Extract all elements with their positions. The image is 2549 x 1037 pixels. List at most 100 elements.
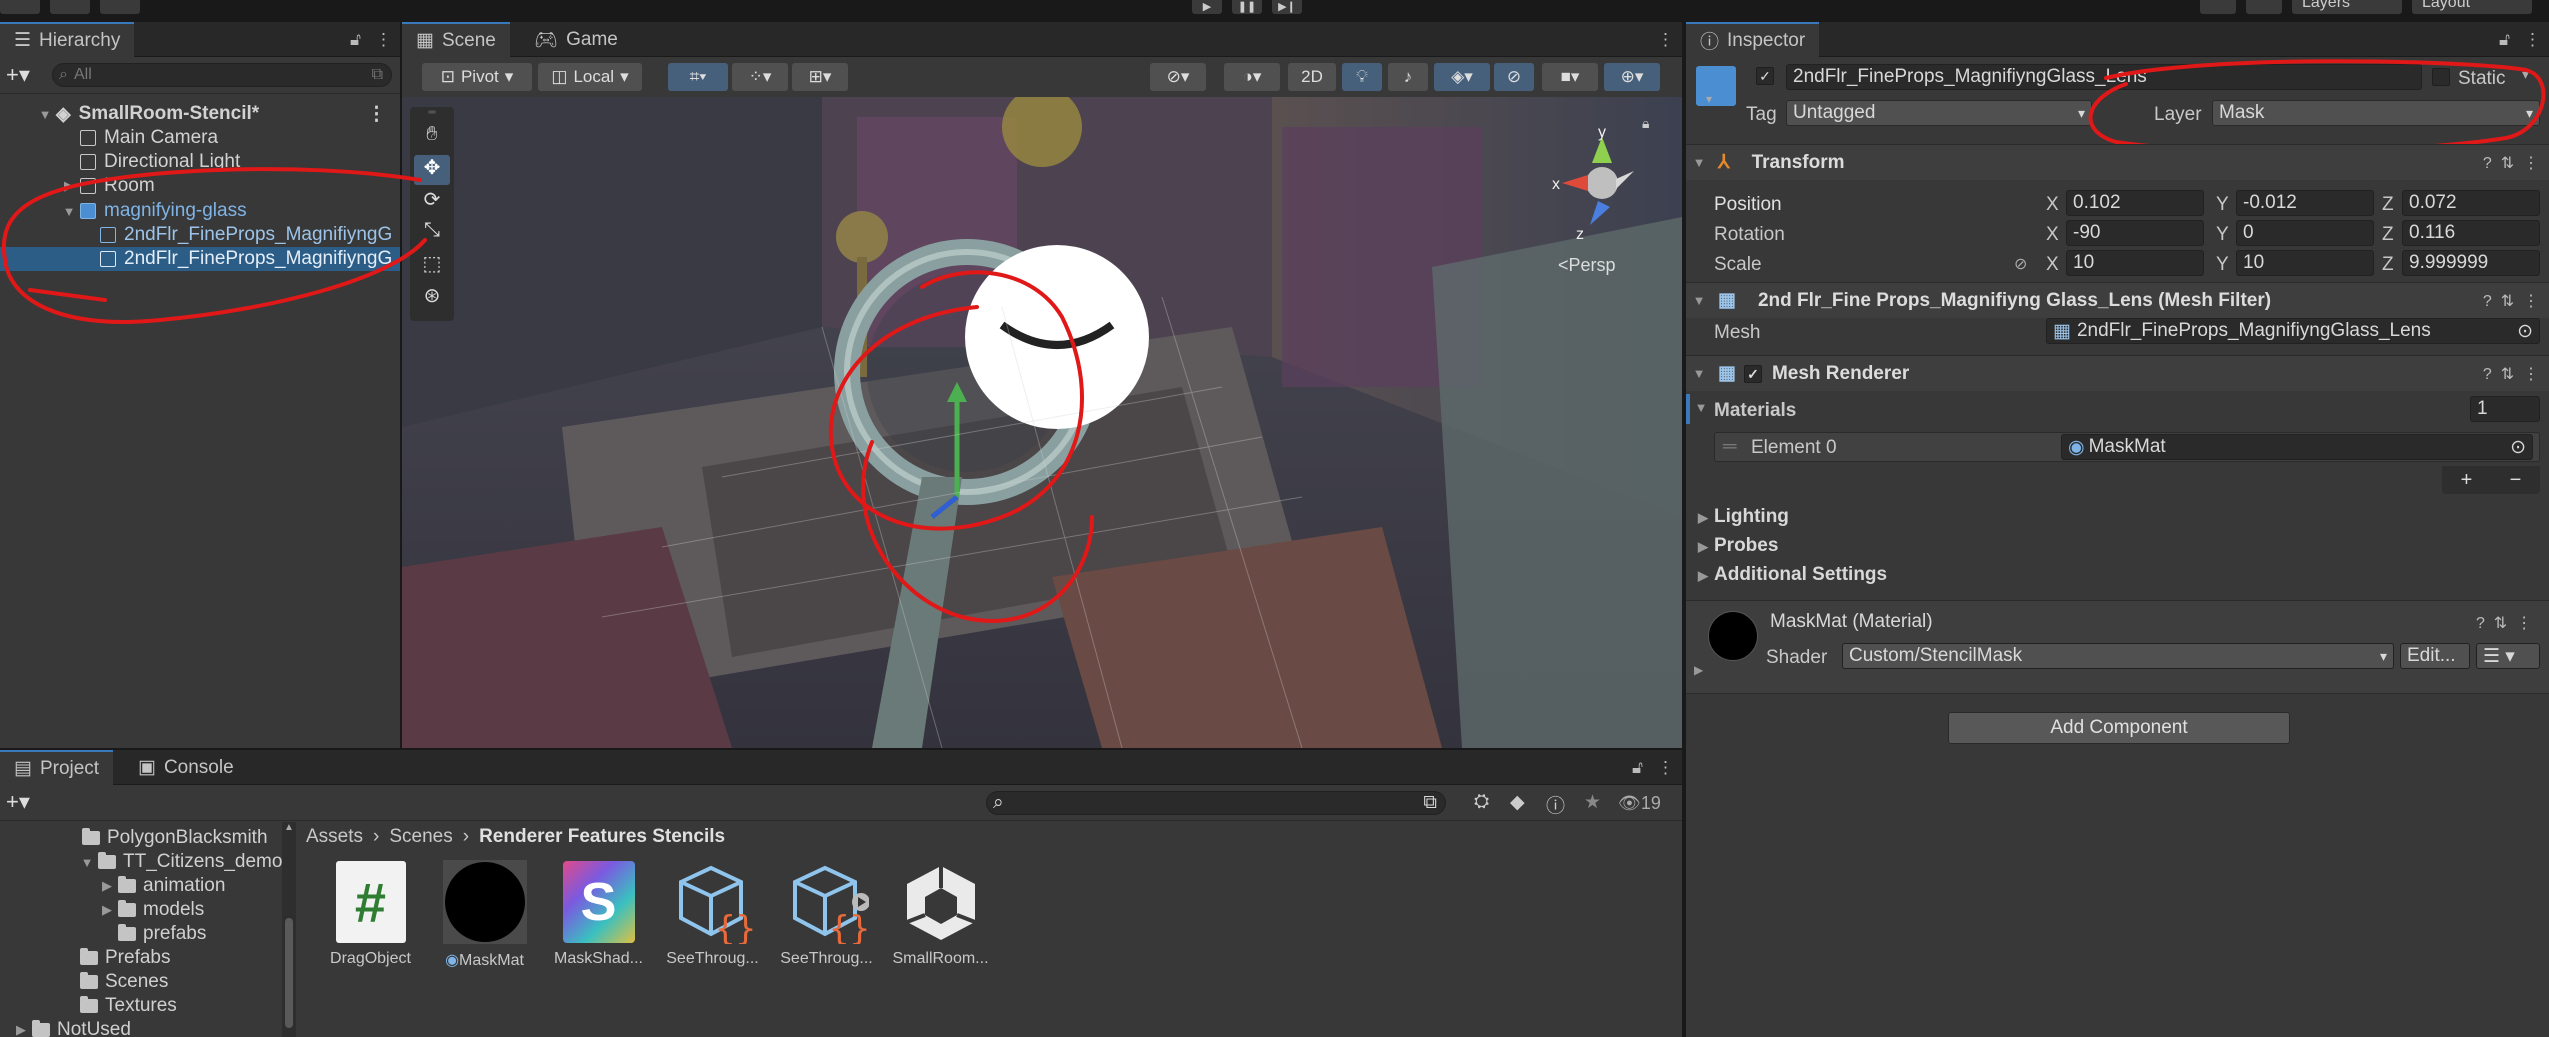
hierarchy-search-input[interactable]: ⌕ All ⧉: [52, 63, 392, 87]
search-options-icon[interactable]: ⧉: [1423, 792, 1437, 814]
folder-models[interactable]: ▶ models: [100, 898, 204, 922]
hand-tool-icon[interactable]: ✋︎: [414, 123, 450, 153]
probes-foldout[interactable]: ▶ Probes: [1696, 535, 1778, 557]
play-icon[interactable]: ▶: [1192, 0, 1222, 14]
additional-settings-foldout[interactable]: ▶ Additional Settings: [1696, 564, 1887, 586]
asset-seethrough-1[interactable]: {} SeeThroug...: [660, 860, 765, 968]
position-y-input[interactable]: -0.012: [2236, 190, 2374, 216]
add-component-button[interactable]: Add Component: [1948, 712, 2290, 744]
lock-icon[interactable]: 🔓︎: [350, 30, 361, 50]
remove-element-button[interactable]: −: [2510, 469, 2522, 492]
scale-y-input[interactable]: 10: [2236, 250, 2374, 276]
asset-maskmat[interactable]: ◉MaskMat: [432, 860, 537, 970]
expand-arrow-icon[interactable]: ▶: [1694, 663, 1703, 677]
filter-label-icon[interactable]: ◆: [1510, 791, 1525, 814]
align-button[interactable]: ⊞▾: [792, 63, 848, 91]
lock-icon[interactable]: 🔓︎: [1632, 758, 1643, 778]
shader-options-button[interactable]: ☰ ▾: [2476, 643, 2540, 669]
position-x-input[interactable]: 0.102: [2066, 190, 2204, 216]
asset-seethrough-2[interactable]: {} SeeThroug...: [774, 860, 879, 968]
scale-x-input[interactable]: 10: [2066, 250, 2204, 276]
folder-tt-citizens[interactable]: ▼ TT_Citizens_demo: [80, 850, 283, 874]
folder-notused[interactable]: ▶ NotUsed: [14, 1018, 131, 1037]
add-element-button[interactable]: +: [2461, 469, 2473, 492]
search-icon[interactable]: [2246, 0, 2282, 14]
account-button[interactable]: [0, 0, 40, 14]
filter-log-icon[interactable]: ⓘ: [1546, 791, 1565, 818]
collab-icon[interactable]: [100, 0, 140, 14]
breadcrumb-current[interactable]: Renderer Features Stencils: [479, 826, 725, 848]
mesh-renderer-header[interactable]: ▼ ▦ ✓ Mesh Renderer ? ⇅ ⋮: [1686, 355, 2549, 391]
overlay-drag-handle[interactable]: ═: [410, 107, 454, 121]
add-icon[interactable]: +▾: [6, 789, 30, 815]
tab-console[interactable]: ▣ Console: [124, 750, 248, 785]
local-dropdown[interactable]: ◫ Local ▾: [538, 63, 642, 91]
kebab-menu-icon[interactable]: ⋮: [1657, 30, 1674, 50]
cloud-icon[interactable]: [50, 0, 90, 14]
scroll-up-icon[interactable]: ▲: [284, 822, 294, 833]
scene-root-row[interactable]: ▼ ◈ SmallRoom-Stencil* ⋮: [0, 102, 400, 126]
persp-label[interactable]: <Persp: [1558, 255, 1616, 276]
tab-inspector[interactable]: ⓘ Inspector: [1686, 22, 1820, 57]
search-filter-icon[interactable]: ⧉: [372, 66, 383, 84]
pivot-dropdown[interactable]: ⊡ Pivot ▾: [422, 63, 532, 91]
chevron-down-icon[interactable]: ▾: [1706, 92, 1712, 106]
scene-kebab-icon[interactable]: ⋮: [367, 103, 386, 126]
materials-count-input[interactable]: 1: [2470, 396, 2540, 422]
history-icon[interactable]: [2200, 0, 2236, 14]
drag-handle-icon[interactable]: ═: [1723, 436, 1736, 458]
pause-icon[interactable]: ❚❚: [1232, 0, 1262, 14]
project-search-input[interactable]: ⌕ ⧉: [986, 791, 1446, 815]
filter-type-icon[interactable]: ⛭: [1474, 791, 1489, 813]
lock-icon[interactable]: 🔓︎: [2499, 30, 2510, 50]
materials-expand-icon[interactable]: ▼: [1694, 400, 1708, 415]
mesh-object-field[interactable]: ▦ 2ndFlr_FineProps_MagnifiyngGlass_Lens ⊙: [2046, 318, 2540, 344]
gizmo-lock-icon[interactable]: 🔒︎: [1642, 115, 1649, 132]
constrain-proportions-icon[interactable]: ⊘: [2014, 254, 2027, 274]
tag-dropdown[interactable]: Untagged ▾: [1786, 100, 2092, 126]
hidden-packages-count[interactable]: 👁︎19: [1618, 793, 1661, 814]
hidden-objects-toggle[interactable]: ⊘: [1494, 63, 1534, 91]
position-z-input[interactable]: 0.072: [2402, 190, 2540, 216]
gizmos-dropdown[interactable]: ⊕▾: [1604, 63, 1660, 91]
2d-toggle[interactable]: 2D: [1288, 63, 1336, 91]
folder-prefabs-sub[interactable]: prefabs: [118, 922, 206, 946]
increment-snap-button[interactable]: ⁘▾: [732, 63, 788, 91]
active-checkbox[interactable]: ✓: [1756, 67, 1774, 85]
favorite-star-icon[interactable]: ★: [1584, 791, 1601, 814]
camera-dropdown[interactable]: ■▾: [1542, 63, 1598, 91]
gizmo-visibility-button[interactable]: ⊘▾: [1150, 63, 1206, 91]
shader-edit-button[interactable]: Edit...: [2400, 643, 2470, 669]
breadcrumb-scenes[interactable]: Scenes: [389, 826, 452, 848]
mesh-renderer-enabled-checkbox[interactable]: ✓: [1743, 364, 1762, 383]
lighting-foldout[interactable]: ▶ Lighting: [1696, 506, 1789, 528]
kebab-menu-icon[interactable]: ⋮: [1657, 758, 1674, 778]
folder-scenes[interactable]: Scenes: [80, 970, 168, 994]
folder-polygonblacksmith[interactable]: PolygonBlacksmith: [64, 826, 268, 850]
tree-scrollbar-thumb[interactable]: [285, 918, 293, 1028]
step-icon[interactable]: ▶❙: [1272, 0, 1302, 14]
object-picker-icon[interactable]: ⊙: [2517, 320, 2533, 343]
tab-hierarchy[interactable]: ☰ Hierarchy: [0, 22, 135, 57]
shader-dropdown[interactable]: Custom/StencilMask ▾: [1842, 643, 2394, 669]
tab-scene[interactable]: ▦ Scene: [402, 22, 510, 57]
effects-dropdown[interactable]: ◈▾: [1434, 63, 1490, 91]
scene-viewport[interactable]: y x z <Persp 🔒︎ ═ ✋︎ ✥ ⟳ ⤡ ⬚ ⊛: [402, 97, 1682, 748]
layers-dropdown[interactable]: Layers: [2292, 0, 2402, 14]
grid-snap-button[interactable]: ⌗▾: [668, 63, 728, 91]
expand-arrow-icon[interactable]: ▼: [38, 107, 52, 122]
breadcrumb-assets[interactable]: Assets: [306, 826, 363, 848]
add-icon[interactable]: +▾: [6, 62, 30, 88]
lighting-toggle[interactable]: 💡︎: [1342, 63, 1382, 91]
shading-mode-button[interactable]: ◑▾: [1224, 63, 1280, 91]
asset-smallroom-scene[interactable]: SmallRoom...: [888, 860, 993, 968]
transform-header[interactable]: ▼ ⅄ Transform ? ⇅ ⋮: [1686, 144, 2549, 180]
object-picker-icon[interactable]: ⊙: [2510, 436, 2526, 459]
folder-animation[interactable]: ▶ animation: [100, 874, 225, 898]
kebab-menu-icon[interactable]: ⋮: [2524, 30, 2541, 50]
tab-game[interactable]: 🎮︎ Game: [520, 22, 632, 57]
element-0-material-field[interactable]: ◉ MaskMat ⊙: [2061, 434, 2533, 460]
asset-maskshader[interactable]: S MaskShad...: [546, 860, 651, 968]
rotation-z-input[interactable]: 0.116: [2402, 220, 2540, 246]
folder-prefabs[interactable]: Prefabs: [80, 946, 170, 970]
